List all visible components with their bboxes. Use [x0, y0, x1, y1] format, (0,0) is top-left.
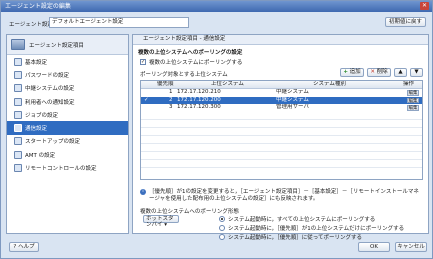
remote-control-icon [14, 164, 22, 173]
network-icon [14, 124, 22, 133]
settings-tree-title: エージェント設定項目 [29, 42, 84, 49]
table-row[interactable]: 1 172.17.120.210 中継システム 編集 [141, 89, 422, 97]
agent-name-row: エージェント設定名： デフォルトエージェント設定 初期値に戻す [5, 16, 430, 30]
restore-defaults-button[interactable]: 初期値に戻す [385, 17, 426, 27]
header-upper-system: 上位システム [211, 81, 244, 87]
move-up-button[interactable]: ▲ [394, 68, 407, 77]
poll-multiple-label: 複数の上位システムにポーリングする [149, 60, 243, 66]
polling-mode-label: 複数の上位システムへのポーリング形態 [140, 209, 239, 215]
nav-item-amt[interactable]: AMT の設定 [7, 148, 128, 161]
close-button[interactable]: ✕ [420, 2, 429, 10]
poll-multiple-checkbox[interactable]: ✓ [140, 59, 146, 65]
poll-multiple-checkbox-row[interactable]: ✓ 複数の上位システムにポーリングする [140, 58, 242, 66]
nav-item-relay[interactable]: 中継システムの設定 [7, 82, 128, 95]
window-title: エージェント設定の編集 [5, 3, 71, 10]
header-priority: 優先順 [157, 81, 174, 87]
info-text: ［優先順］が1の設定を変更すると，［エージェント設定項目］－［基本設定］－［リモ… [149, 189, 419, 202]
chevron-down-icon: ▾ [164, 222, 168, 228]
ok-button[interactable]: OK [358, 242, 390, 252]
delete-icon: ✕ [370, 69, 375, 75]
settings-panel: エージェント設定項目 - 通信設定 複数の上位システムへのポーリングの設定 ✓ … [132, 34, 429, 241]
computer-icon [11, 39, 25, 50]
header-action: 操作 [403, 81, 415, 87]
dialog-window: エージェント設定の編集 ✕ エージェント設定名： デフォルトエージェント設定 初… [0, 0, 433, 259]
section-title: 複数の上位システムへのポーリングの設定 [138, 50, 243, 56]
nav-item-job[interactable]: ジョブの設定 [7, 108, 128, 121]
radio-button[interactable] [219, 216, 225, 222]
nav-item-password[interactable]: パスワードの設定 [7, 68, 128, 81]
table-header: 優先順 上位システム システム種別 操作 [141, 81, 422, 89]
header-system-type: システム種別 [313, 81, 346, 87]
table-gridline [141, 119, 422, 120]
breadcrumb: エージェント設定項目 - 通信設定 [133, 35, 428, 45]
add-button[interactable]: + 追加 [340, 68, 364, 77]
settings-tree-header: エージェント設定項目 [7, 35, 128, 55]
info-note: i ［優先順］が1の設定を変更すると，［エージェント設定項目］－［基本設定］－［… [140, 189, 423, 203]
table-row[interactable]: 3 172.17.120.300 管理用サーバ 編集 [141, 104, 422, 112]
edit-button[interactable]: 編集 [407, 97, 419, 103]
row-check-icon: ✓ [144, 96, 149, 103]
help-button[interactable]: ? ヘルプ [9, 242, 39, 252]
polling-mode-dropdown[interactable]: ホットスタンバイ ▾ [143, 215, 179, 228]
move-down-button[interactable]: ▼ [410, 68, 423, 77]
plus-icon: + [343, 69, 348, 75]
settings-tree: エージェント設定項目 基本設定 パスワードの設定 中継システムの設定 利用者への… [6, 34, 129, 234]
key-icon [14, 70, 22, 79]
table-row[interactable]: ✓ 2 172.17.120.200 中継システム 編集 [141, 96, 422, 104]
amt-icon [14, 150, 22, 159]
nav-item-basic[interactable]: 基本設定 [7, 55, 128, 68]
table-gridline [141, 151, 422, 152]
radio-poll-first[interactable]: システム起動時に，［優先順］が1の上位システムだけにポーリングする [219, 224, 404, 232]
nav-item-remote-control[interactable]: リモートコントロールの設定 [7, 161, 128, 174]
agent-name-input[interactable]: デフォルトエージェント設定 [49, 17, 189, 28]
edit-button[interactable]: 編集 [407, 90, 419, 96]
table-gridline [141, 159, 422, 160]
cancel-button[interactable]: キャンセル [395, 242, 427, 252]
info-icon: i [140, 189, 146, 195]
relay-icon [14, 84, 22, 93]
job-icon [14, 110, 22, 119]
table-gridline [141, 135, 422, 136]
nav-item-startup[interactable]: スタートアップの設定 [7, 135, 128, 148]
nav-item-user-notify[interactable]: 利用者への通知設定 [7, 95, 128, 108]
footer-bar: ? ヘルプ OK キャンセル [1, 237, 432, 258]
settings-icon [14, 57, 22, 66]
title-bar: エージェント設定の編集 ✕ [1, 1, 432, 12]
help-icon: ? [13, 244, 17, 250]
user-icon [14, 97, 22, 106]
table-gridline [141, 127, 422, 128]
nav-item-communication[interactable]: 通信設定 [7, 121, 128, 135]
upper-system-table: 優先順 上位システム システム種別 操作 1 172.17.120.210 中継… [140, 80, 423, 180]
table-gridline [141, 143, 422, 144]
startup-icon [14, 137, 22, 146]
table-gridline [141, 167, 422, 168]
radio-button[interactable] [219, 225, 225, 231]
radio-poll-all[interactable]: システム起動時に，すべての上位システムにポーリングする [219, 215, 375, 223]
delete-button[interactable]: ✕ 削除 [367, 68, 391, 77]
edit-button[interactable]: 編集 [407, 105, 419, 111]
target-list-label: ポーリング対象とする上位システム [140, 72, 228, 78]
